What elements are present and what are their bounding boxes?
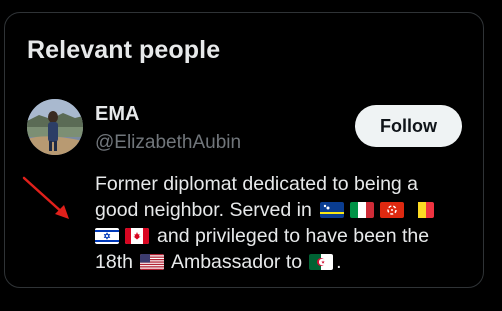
person-entry[interactable]: EMA @ElizabethAubin Follow Former diplom… [27, 99, 467, 279]
bio-text: Ambassador to [170, 251, 303, 273]
person-handle[interactable]: @ElizabethAubin [95, 132, 241, 154]
bio-text: 18th [95, 251, 133, 273]
belgium-flag-icon [409, 202, 434, 218]
curacao-flag-icon [319, 202, 344, 218]
bio-line-3: and privileged to have been the [95, 223, 467, 249]
person-name[interactable]: EMA [95, 103, 139, 126]
italy-flag-icon [349, 202, 374, 218]
canada-flag-icon [125, 228, 149, 244]
avatar[interactable] [27, 99, 83, 155]
section-title: Relevant people [27, 36, 221, 64]
israel-flag-icon [95, 228, 119, 244]
hong-kong-flag-icon [379, 202, 404, 218]
bio-text: good neighbor. Served in [95, 199, 312, 221]
bio-line-2: good neighbor. Served in [95, 197, 467, 223]
person-bio: Former diplomat dedicated to being a goo… [95, 171, 467, 275]
bio-text: Former diplomat dedicated to being a [95, 173, 419, 195]
profile-photo-icon [27, 99, 83, 155]
bio-text: and privileged to have been the [157, 225, 430, 247]
algeria-flag-icon [309, 254, 334, 270]
us-flag-icon [139, 254, 164, 270]
follow-button[interactable]: Follow [355, 105, 462, 147]
bio-line-1: Former diplomat dedicated to being a [95, 171, 467, 197]
relevant-people-card: Relevant people EMA @ElizabethAubin Foll… [4, 12, 484, 288]
annotation-arrow-icon [22, 176, 69, 219]
bio-text: . [336, 251, 342, 273]
bio-line-4: 18th Ambassador to . [95, 249, 467, 275]
